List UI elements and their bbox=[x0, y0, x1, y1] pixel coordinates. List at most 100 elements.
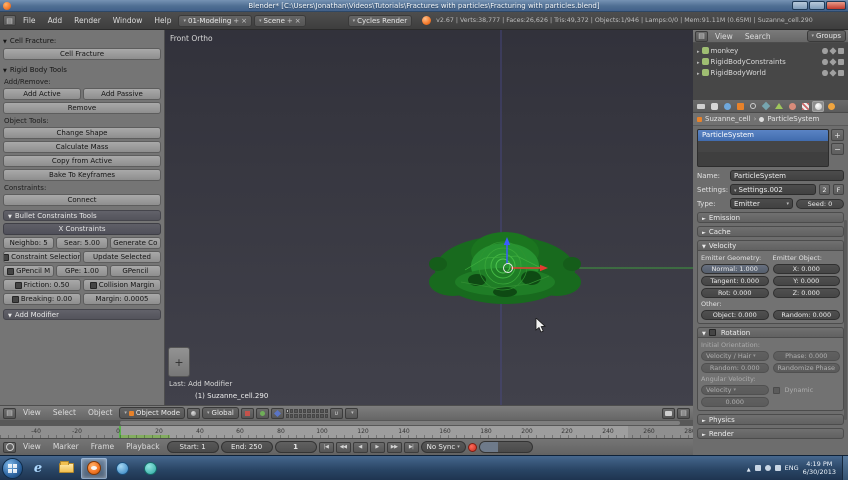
taskbar-blender[interactable] bbox=[81, 457, 107, 479]
language-indicator[interactable]: ENG bbox=[785, 464, 799, 472]
name-field[interactable]: ParticleSystem bbox=[730, 170, 844, 181]
playback-slider[interactable] bbox=[478, 441, 533, 453]
taskbar-chat[interactable] bbox=[137, 458, 163, 479]
normal-slider[interactable]: Normal: 1.000 bbox=[701, 264, 769, 274]
expand-icon[interactable] bbox=[697, 58, 700, 66]
collision-margin-checkbox[interactable]: Collision Margin bbox=[83, 279, 161, 291]
timeline-menu-view[interactable]: View bbox=[18, 438, 46, 456]
manipulator-scale-button[interactable] bbox=[270, 407, 284, 419]
panel-header-physics[interactable]: Physics bbox=[697, 414, 844, 425]
add-particle-system-button[interactable] bbox=[831, 129, 844, 141]
prev-keyframe-button[interactable] bbox=[335, 441, 351, 453]
taskbar-ie[interactable]: e bbox=[25, 458, 51, 479]
mode-dropdown[interactable]: Object Mode bbox=[119, 407, 186, 419]
pivot-dropdown[interactable]: Global bbox=[202, 407, 239, 419]
list-empty-row[interactable] bbox=[698, 152, 828, 163]
browse-settings-icon[interactable] bbox=[734, 186, 737, 194]
cell-fracture-button[interactable]: Cell Fracture bbox=[3, 48, 161, 60]
close-layout-icon[interactable] bbox=[241, 17, 247, 25]
remove-button[interactable]: Remove bbox=[3, 102, 161, 114]
frame-end-field[interactable]: End: 250 bbox=[220, 441, 273, 453]
menu-render[interactable]: Render bbox=[69, 12, 106, 30]
object-data-tab[interactable] bbox=[773, 101, 785, 112]
panel-header-rotation[interactable]: Rotation bbox=[697, 327, 844, 338]
bake-to-keyframes-button[interactable]: Bake To Keyframes bbox=[3, 169, 161, 181]
object-velocity-slider[interactable]: Object: 0.000 bbox=[701, 310, 769, 320]
eye-icon[interactable] bbox=[822, 69, 828, 76]
editor-type-icon[interactable] bbox=[3, 15, 16, 26]
eye-icon[interactable] bbox=[822, 47, 828, 54]
seed-stepper[interactable]: Seed: 0 bbox=[796, 198, 844, 209]
scrollbar-thumb[interactable] bbox=[120, 421, 680, 425]
angular-velocity-value[interactable]: 0.000 bbox=[701, 397, 769, 407]
orientation-dropdown[interactable]: Velocity / Hair bbox=[701, 351, 769, 361]
settings-field[interactable]: Settings.002 bbox=[730, 184, 816, 195]
object-tab[interactable] bbox=[734, 101, 746, 112]
constraint-selection-checkbox[interactable]: Constraint Selection bbox=[3, 251, 81, 263]
remove-particle-system-button[interactable] bbox=[831, 143, 844, 155]
particle-systems-list[interactable]: ParticleSystem bbox=[697, 129, 829, 167]
random-velocity-slider[interactable]: Random: 0.000 bbox=[772, 310, 840, 320]
breadcrumb-particles[interactable]: ParticleSystem bbox=[767, 115, 819, 123]
panel-header-render[interactable]: Render bbox=[697, 428, 844, 439]
outliner-item-monkey[interactable]: monkey bbox=[695, 45, 846, 56]
tray-volume-icon[interactable] bbox=[764, 465, 771, 471]
taskbar-media-player[interactable] bbox=[109, 458, 135, 479]
gpencil-distance-field[interactable]: GPe: 1.00 bbox=[56, 265, 108, 277]
selectable-icon[interactable] bbox=[829, 57, 837, 66]
random-orientation-slider[interactable]: Random: 0.000 bbox=[701, 363, 769, 373]
jump-to-start-button[interactable] bbox=[318, 441, 334, 453]
breaking-field[interactable]: Breaking: 0.00 bbox=[3, 293, 81, 305]
selectable-icon[interactable] bbox=[829, 46, 837, 55]
y-stepper[interactable]: Y: 0.000 bbox=[772, 276, 840, 286]
frame-start-field[interactable]: Start: 1 bbox=[166, 441, 219, 453]
render-icon[interactable] bbox=[838, 58, 844, 65]
angular-mode-dropdown[interactable]: Velocity bbox=[701, 385, 769, 395]
scene-selector[interactable]: Scene bbox=[254, 14, 306, 27]
type-dropdown[interactable]: Emitter bbox=[730, 198, 793, 209]
x-stepper[interactable]: X: 0.000 bbox=[772, 264, 840, 274]
change-shape-button[interactable]: Change Shape bbox=[3, 127, 161, 139]
material-tab[interactable] bbox=[786, 101, 798, 112]
margin-field[interactable]: Margin: 0.0005 bbox=[83, 293, 161, 305]
physics-tab[interactable] bbox=[825, 101, 837, 112]
friction-field[interactable]: Friction: 0.50 bbox=[3, 279, 81, 291]
menu-window[interactable]: Window bbox=[108, 12, 148, 30]
editor-type-icon[interactable] bbox=[695, 30, 708, 42]
viewport-canvas[interactable] bbox=[165, 30, 693, 405]
rotation-enable-checkbox[interactable] bbox=[708, 329, 716, 336]
outliner-item-rigidbodyworld[interactable]: RigidBodyWorld bbox=[695, 67, 846, 78]
render-opengl-anim-button[interactable] bbox=[677, 407, 690, 419]
outliner-menu-view[interactable]: View bbox=[710, 30, 738, 43]
panel-header-cache[interactable]: Cache bbox=[697, 226, 844, 237]
maximize-button[interactable] bbox=[809, 1, 825, 10]
show-hidden-icons-button[interactable] bbox=[747, 464, 751, 473]
jump-to-end-button[interactable] bbox=[403, 441, 419, 453]
manipulator-translate-button[interactable] bbox=[240, 407, 254, 419]
timeline-menu-frame[interactable]: Frame bbox=[86, 438, 119, 456]
outliner-item-rigidbodyconstraints[interactable]: RigidBodyConstraints bbox=[695, 56, 846, 67]
start-button[interactable] bbox=[2, 457, 23, 479]
timeline-menu-playback[interactable]: Playback bbox=[121, 438, 164, 456]
play-button[interactable] bbox=[369, 441, 385, 453]
users-count-button[interactable]: 2 bbox=[819, 184, 830, 195]
screen-layout-selector[interactable]: 01-Modeling bbox=[178, 14, 253, 27]
current-frame-field[interactable]: 1 bbox=[274, 441, 317, 453]
randomize-phase-slider[interactable]: Randomize Phase bbox=[772, 363, 840, 373]
particles-tab[interactable] bbox=[812, 100, 824, 112]
snap-element-dropdown[interactable] bbox=[344, 407, 358, 419]
menu-help[interactable]: Help bbox=[149, 12, 176, 30]
tangent-slider[interactable]: Tangent: 0.000 bbox=[701, 276, 769, 286]
close-button[interactable] bbox=[826, 1, 846, 10]
outliner-display-dropdown[interactable]: Groups bbox=[806, 30, 846, 42]
render-icon[interactable] bbox=[838, 69, 844, 76]
play-reverse-button[interactable] bbox=[352, 441, 368, 453]
render-icon[interactable] bbox=[838, 47, 844, 54]
world-tab[interactable] bbox=[721, 101, 733, 112]
render-tab[interactable] bbox=[695, 101, 707, 112]
timeline-editor-icon[interactable] bbox=[3, 441, 16, 453]
fake-user-button[interactable]: F bbox=[833, 184, 844, 195]
phase-slider[interactable]: Phase: 0.000 bbox=[772, 351, 840, 361]
timeline-menu-marker[interactable]: Marker bbox=[48, 438, 84, 456]
selectable-icon[interactable] bbox=[829, 68, 837, 77]
